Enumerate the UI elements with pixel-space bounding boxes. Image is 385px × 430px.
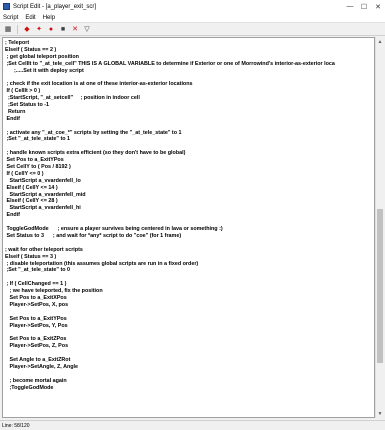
code-line[interactable]: ; If ( CellChanged == 1 ): [5, 281, 374, 288]
toolbar-separator: [17, 24, 18, 34]
code-line[interactable]: ; handle known scripts extra efficient (…: [5, 150, 374, 157]
code-line[interactable]: Elseif ( CellY <= 28 ): [5, 198, 374, 205]
code-line[interactable]: ; get global teleport position: [5, 54, 374, 61]
app-icon: [3, 3, 10, 10]
code-line[interactable]: Set Pos to a_ExitXPos: [5, 295, 374, 302]
code-line[interactable]: ; wait for other teleport scripts: [5, 247, 374, 254]
code-line[interactable]: Player->SetPos, Y, Pos: [5, 323, 374, 330]
code-line[interactable]: ; we have teleported, fix the position: [5, 288, 374, 295]
code-line[interactable]: ;Set "_at_tele_state" to 0: [5, 267, 374, 274]
code-line[interactable]: ; Teleport: [5, 40, 374, 47]
next-icon[interactable]: ●: [46, 24, 56, 34]
code-line[interactable]: StartScript a_vvardenfell_mid: [5, 192, 374, 199]
stop-icon[interactable]: ■: [58, 24, 68, 34]
code-line[interactable]: Set CellY to ( Pos / 8192 ): [5, 164, 374, 171]
code-line[interactable]: ;ToggleGodMode: [5, 385, 374, 392]
script-editor[interactable]: ; Teleport Elseif ( Status == 2 ) ; get g…: [2, 37, 375, 418]
code-line[interactable]: ;Set "_at_tele_state" to 1: [5, 136, 374, 143]
code-line[interactable]: [5, 274, 374, 281]
code-line[interactable]: [5, 123, 374, 130]
code-line[interactable]: [5, 74, 374, 81]
code-line[interactable]: [5, 371, 374, 378]
code-line[interactable]: ; disable teleportation (this assumes gl…: [5, 261, 374, 268]
code-line[interactable]: Player->SetAngle, Z, Angle: [5, 364, 374, 371]
code-line[interactable]: Set Status to 3 ; and wait for *any* scr…: [5, 233, 374, 240]
code-line[interactable]: ; check if the exit location is at one o…: [5, 81, 374, 88]
delete-icon[interactable]: ✕: [70, 24, 80, 34]
code-line[interactable]: Set Angle to a_ExitZRot: [5, 357, 374, 364]
compile-icon[interactable]: ◆: [22, 24, 32, 34]
code-text[interactable]: ; Teleport Elseif ( Status == 2 ) ; get g…: [3, 38, 374, 391]
status-text: Line: 58/120: [2, 422, 30, 429]
scroll-up-icon[interactable]: ▲: [376, 37, 384, 46]
code-line[interactable]: Player->SetPos, Z, Pos: [5, 343, 374, 350]
code-line[interactable]: [5, 350, 374, 357]
menu-help[interactable]: Help: [43, 15, 55, 21]
minimize-button[interactable]: —: [343, 0, 357, 13]
code-line[interactable]: StartScript a_vvardenfell_hi: [5, 205, 374, 212]
code-line[interactable]: ; activate any "_at_coe_*" scripts by se…: [5, 130, 374, 137]
code-line[interactable]: StartScript a_vvardenfell_lo: [5, 178, 374, 185]
code-line[interactable]: ; become mortal again: [5, 378, 374, 385]
scroll-down-icon[interactable]: ▼: [376, 409, 384, 418]
code-line[interactable]: Return: [5, 109, 374, 116]
code-line[interactable]: ;.....Set it with deploy script: [5, 68, 374, 75]
vertical-scrollbar[interactable]: ▲ ▼: [375, 37, 383, 418]
close-button[interactable]: ✕: [371, 0, 385, 13]
save-icon[interactable]: ▦: [3, 24, 13, 34]
prev-icon[interactable]: ✦: [34, 24, 44, 34]
code-line[interactable]: Endif: [5, 116, 374, 123]
code-line[interactable]: ;Set Status to -1: [5, 102, 374, 109]
code-line[interactable]: If ( CellIt > 0 ): [5, 88, 374, 95]
menu-script[interactable]: Script: [3, 15, 18, 21]
code-line[interactable]: [5, 143, 374, 150]
menu-bar: Script Edit Help: [0, 13, 385, 23]
code-line[interactable]: If ( CellY <= 0 ): [5, 171, 374, 178]
code-line[interactable]: ToggleGodMode ; ensure a player survives…: [5, 226, 374, 233]
code-line[interactable]: Set Pos to a_ExitYPos: [5, 316, 374, 323]
code-line[interactable]: [5, 309, 374, 316]
maximize-button[interactable]: ☐: [357, 0, 371, 13]
code-line[interactable]: [5, 219, 374, 226]
status-bar: Line: 58/120: [0, 420, 385, 430]
code-line[interactable]: Set Pos to a_ExitYPos: [5, 157, 374, 164]
window-title: Script Edit - [a_player_exit_scr]: [13, 3, 97, 10]
code-line[interactable]: ;StartScript, "_at_setcell" ; position i…: [5, 95, 374, 102]
code-line[interactable]: ;Set CellIt to "_at_tele_cell" THIS IS A…: [5, 61, 374, 68]
code-line[interactable]: [5, 240, 374, 247]
code-line[interactable]: Endif: [5, 212, 374, 219]
code-line[interactable]: Elseif ( Status == 3 ): [5, 254, 374, 261]
toolbar: ▦ ◆ ✦ ● ■ ✕ ▽: [0, 23, 385, 36]
code-line[interactable]: [5, 329, 374, 336]
code-line[interactable]: Set Pos to a_ExitZPos: [5, 336, 374, 343]
scroll-thumb[interactable]: [377, 209, 383, 363]
filter-icon[interactable]: ▽: [82, 24, 92, 34]
menu-edit[interactable]: Edit: [25, 15, 35, 21]
code-line[interactable]: Player->SetPos, X, pos: [5, 302, 374, 309]
code-line[interactable]: Elseif ( Status == 2 ): [5, 47, 374, 54]
title-bar: Script Edit - [a_player_exit_scr] — ☐ ✕: [0, 0, 385, 13]
code-line[interactable]: Elseif ( CellY <= 14 ): [5, 185, 374, 192]
